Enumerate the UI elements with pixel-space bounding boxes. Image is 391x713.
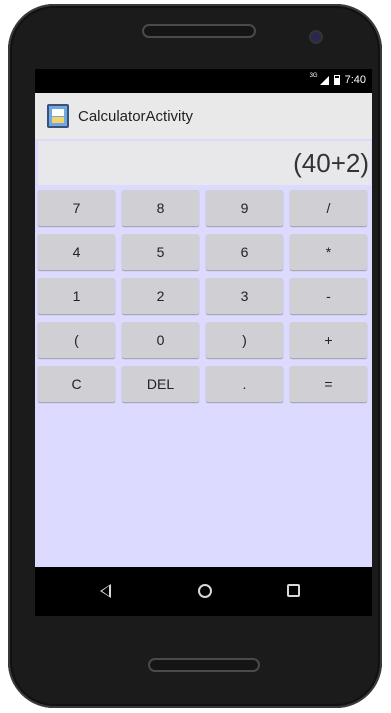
calculator-display: (40+2)	[38, 141, 371, 185]
key-add[interactable]: +	[290, 322, 367, 358]
key-decimal[interactable]: .	[206, 366, 283, 402]
key-3[interactable]: 3	[206, 278, 283, 314]
key-0[interactable]: 0	[122, 322, 199, 358]
key-8[interactable]: 8	[122, 190, 199, 226]
home-icon[interactable]	[198, 584, 212, 598]
key-4[interactable]: 4	[38, 234, 115, 270]
key-close-paren[interactable]: )	[206, 322, 283, 358]
app-icon	[47, 104, 69, 128]
recents-icon[interactable]	[287, 584, 300, 597]
signal-icon	[319, 75, 329, 85]
key-5[interactable]: 5	[122, 234, 199, 270]
action-bar: CalculatorActivity	[35, 93, 372, 139]
key-subtract[interactable]: -	[290, 278, 367, 314]
battery-icon	[333, 75, 340, 85]
key-open-paren[interactable]: (	[38, 322, 115, 358]
key-equals[interactable]: =	[290, 366, 367, 402]
bottom-speaker	[148, 658, 260, 672]
status-icons: 3G 7:40	[309, 73, 366, 86]
key-row: 1 2 3 -	[38, 278, 371, 314]
key-6[interactable]: 6	[206, 234, 283, 270]
back-icon[interactable]	[100, 584, 111, 598]
key-row: 7 8 9 /	[38, 190, 371, 226]
key-2[interactable]: 2	[122, 278, 199, 314]
top-speaker	[142, 24, 256, 38]
navigation-bar	[35, 567, 372, 616]
status-time: 7:40	[344, 74, 366, 86]
screen: 3G 7:40 CalculatorActivity (40+2) 7 8 9 …	[35, 69, 372, 616]
phone-frame: 3G 7:40 CalculatorActivity (40+2) 7 8 9 …	[8, 4, 382, 708]
key-7[interactable]: 7	[38, 190, 115, 226]
key-delete[interactable]: DEL	[122, 366, 199, 402]
key-row: C DEL . =	[38, 366, 371, 402]
front-camera	[311, 32, 321, 42]
key-row: ( 0 ) +	[38, 322, 371, 358]
key-1[interactable]: 1	[38, 278, 115, 314]
key-row: 4 5 6 *	[38, 234, 371, 270]
key-clear[interactable]: C	[38, 366, 115, 402]
key-9[interactable]: 9	[206, 190, 283, 226]
status-bar: 3G 7:40	[35, 69, 372, 93]
key-divide[interactable]: /	[290, 190, 367, 226]
app-title: CalculatorActivity	[78, 107, 194, 125]
keypad: 7 8 9 / 4 5 6 * 1 2 3 - ( 0 ) + C DEL . …	[38, 190, 371, 410]
key-multiply[interactable]: *	[290, 234, 367, 270]
network-type: 3G	[309, 73, 318, 79]
